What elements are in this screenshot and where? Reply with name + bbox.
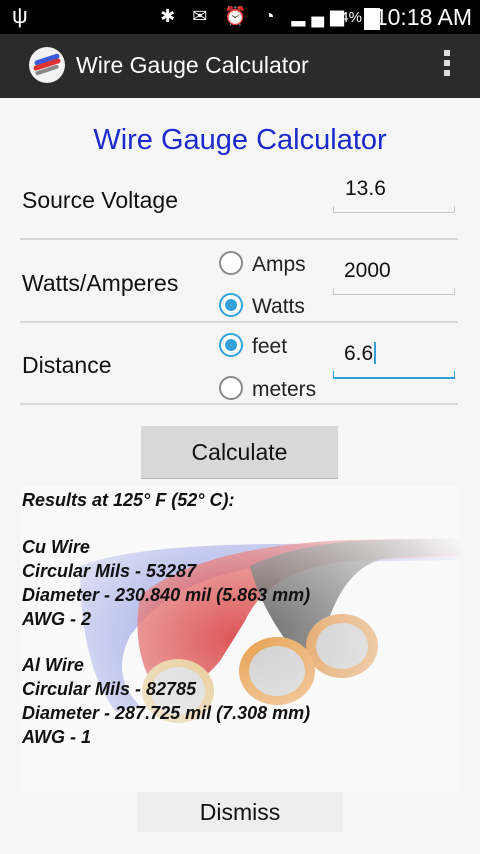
feet-radio-label[interactable]: feet [252,335,287,359]
watts-amperes-underline [333,288,455,295]
source-voltage-underline [333,206,455,213]
status-bar: ψ ✱ ✉ ⏰ ◔ ▂▄▆ 94% 10:18 AM [0,0,480,34]
amps-radio-label[interactable]: Amps [252,253,306,277]
page-title: Wire Gauge Calculator [93,124,387,156]
battery-percent: 94% [331,9,362,26]
watts-amperes-label: Watts/Amperes [22,270,179,296]
feet-radio[interactable] [219,333,243,357]
distance-label: Distance [22,352,112,378]
calculate-button[interactable]: Calculate [141,426,338,479]
watts-radio-label[interactable]: Watts [252,295,305,319]
results-panel: Results at 125° F (52° C): Cu Wire Circu… [20,486,460,792]
overflow-menu-icon[interactable] [444,50,450,80]
cu-awg: AWG - 2 [22,609,92,629]
distance-value: 6.6 [344,342,374,365]
app-logo-icon[interactable] [29,47,65,83]
distance-underline [333,371,455,379]
source-voltage-input[interactable]: 13.6 [345,177,386,201]
clock: 10:18 AM [374,4,472,30]
cu-wire-title: Cu Wire [22,537,90,557]
distance-input[interactable]: 6.6 [344,342,377,366]
al-wire-title: Al Wire [22,655,84,675]
meters-radio[interactable] [219,376,243,400]
divider [20,403,458,405]
results-header: Results at 125° F (52° C): [22,490,235,510]
cu-diameter: Diameter - 230.840 mil (5.863 mm) [22,585,311,605]
al-circular-mils: Circular Mils - 82785 [22,679,197,699]
text-cursor [374,342,377,364]
action-bar: Wire Gauge Calculator [0,34,480,98]
al-diameter: Diameter - 287.725 mil (7.308 mm) [22,703,311,723]
divider [20,321,458,323]
divider [20,238,458,240]
dismiss-button[interactable]: Dismiss [137,792,343,832]
app-title: Wire Gauge Calculator [76,52,309,78]
usb-icon: ψ [12,3,28,28]
status-icons: ✱ ✉ ⏰ ◔ ▂▄▆ [160,6,350,26]
watts-radio[interactable] [219,293,243,317]
al-awg: AWG - 1 [22,727,92,747]
main-content: Wire Gauge Calculator Source Voltage 13.… [0,98,480,854]
source-voltage-label: Source Voltage [22,187,179,213]
cu-circular-mils: Circular Mils - 53287 [22,561,197,581]
meters-radio-label[interactable]: meters [252,378,316,402]
amps-radio[interactable] [219,251,243,275]
watts-amperes-input[interactable]: 2000 [344,259,391,283]
